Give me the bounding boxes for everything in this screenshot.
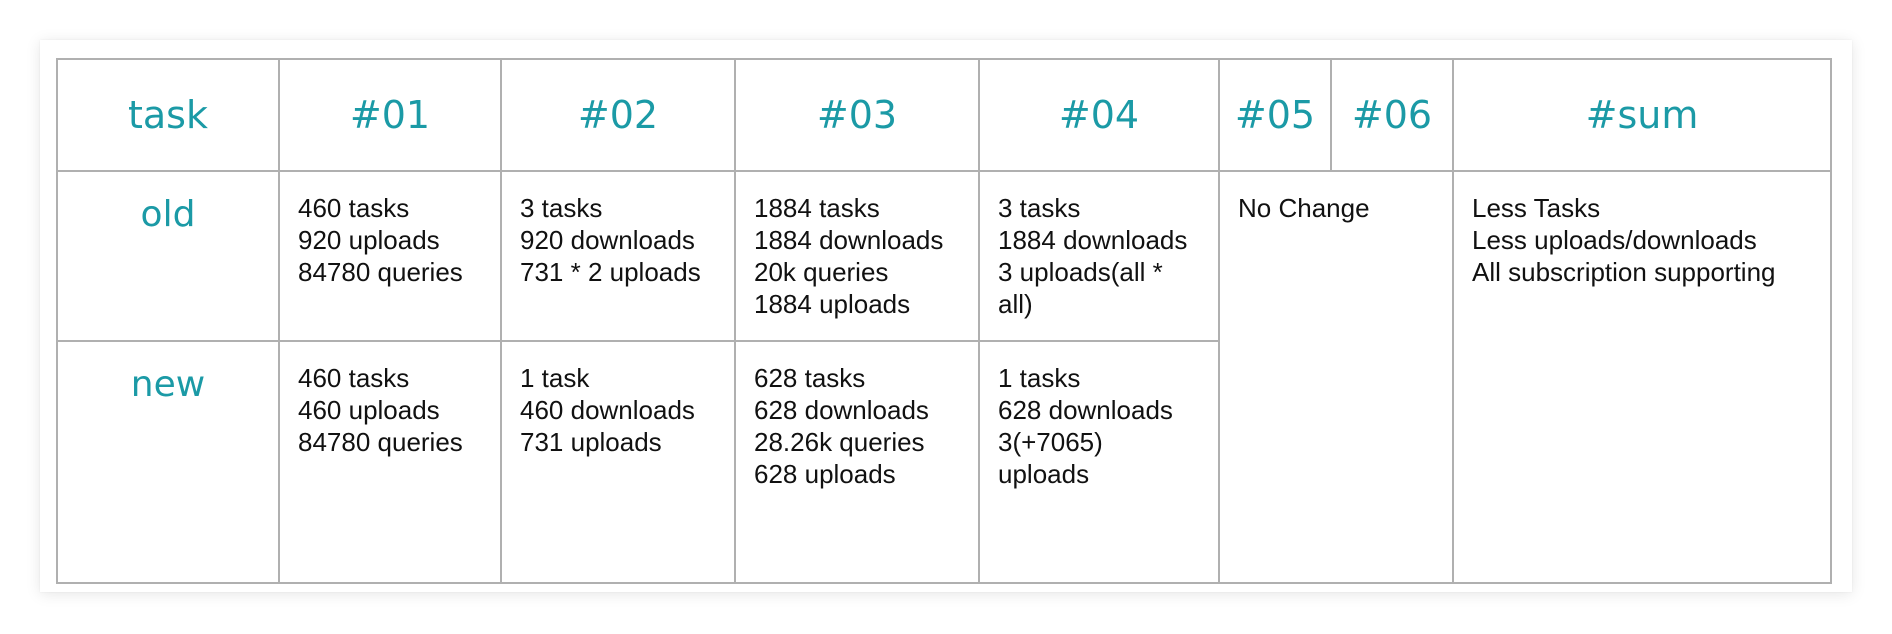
cell-sum-merged: Less Tasks Less uploads/downloads All su… [1452,170,1832,584]
cell-line: 628 uploads [754,459,896,489]
cell-line: 920 downloads [520,225,695,255]
row-old: old 460 tasks 920 uploads 84780 queries … [56,170,1832,584]
cell-line: 84780 queries [298,257,463,287]
cell-line: 628 downloads [754,395,929,425]
cell-05-06-merged: No Change [1218,170,1454,584]
cell-new-01: 460 tasks 460 uploads 84780 queries [278,340,502,584]
cell-line: All subscription supporting [1472,257,1776,287]
row-label-new: new [56,340,280,584]
no-change-text: No Change [1238,193,1370,223]
cell-line: 3(+7065) [998,427,1103,457]
cell-line: 460 uploads [298,395,440,425]
cell-line: 731 * 2 uploads [520,257,701,287]
cell-line: 1884 tasks [754,193,880,223]
cell-line: 460 tasks [298,363,410,393]
header-04: #04 [978,58,1220,172]
row-label-old: old [56,170,280,342]
header-05: #05 [1218,58,1332,172]
cell-new-03: 628 tasks 628 downloads 28.26k queries 6… [734,340,980,584]
cell-line: 920 uploads [298,225,440,255]
cell-line: 28.26k queries [754,427,925,457]
header-03: #03 [734,58,980,172]
cell-line: 3 uploads(all * [998,257,1163,287]
cell-old-04: 3 tasks 1884 downloads 3 uploads(all * a… [978,170,1220,342]
cell-old-02: 3 tasks 920 downloads 731 * 2 uploads [500,170,736,342]
cell-line: Less uploads/downloads [1472,225,1757,255]
cell-line: all) [998,289,1033,319]
header-sum: #sum [1452,58,1832,172]
cell-line: 1884 uploads [754,289,911,319]
cell-line: 628 tasks [754,363,866,393]
cell-line: 3 tasks [520,193,603,223]
cell-line: 460 downloads [520,395,695,425]
cell-line: Less Tasks [1472,193,1601,223]
cell-line: 628 downloads [998,395,1173,425]
table-card: task #01 #02 #03 #04 #05 #06 #sum old 46… [40,40,1852,592]
header-06: #06 [1330,58,1454,172]
cell-line: 20k queries [754,257,889,287]
cell-line: uploads [998,459,1090,489]
cell-line: 84780 queries [298,427,463,457]
cell-line: 1884 downloads [998,225,1188,255]
header-02: #02 [500,58,736,172]
cell-line: 1 task [520,363,590,393]
cell-line: 1884 downloads [754,225,944,255]
cell-old-03: 1884 tasks 1884 downloads 20k queries 18… [734,170,980,342]
header-01: #01 [278,58,502,172]
cell-line: 3 tasks [998,193,1081,223]
header-task: task [56,58,280,172]
comparison-table: task #01 #02 #03 #04 #05 #06 #sum old 46… [56,58,1832,584]
cell-line: 1 tasks [998,363,1081,393]
cell-new-04: 1 tasks 628 downloads 3(+7065) uploads [978,340,1220,584]
cell-line: 731 uploads [520,427,662,457]
header-row: task #01 #02 #03 #04 #05 #06 #sum [56,58,1832,172]
cell-old-01: 460 tasks 920 uploads 84780 queries [278,170,502,342]
cell-line: 460 tasks [298,193,410,223]
cell-new-02: 1 task 460 downloads 731 uploads [500,340,736,584]
